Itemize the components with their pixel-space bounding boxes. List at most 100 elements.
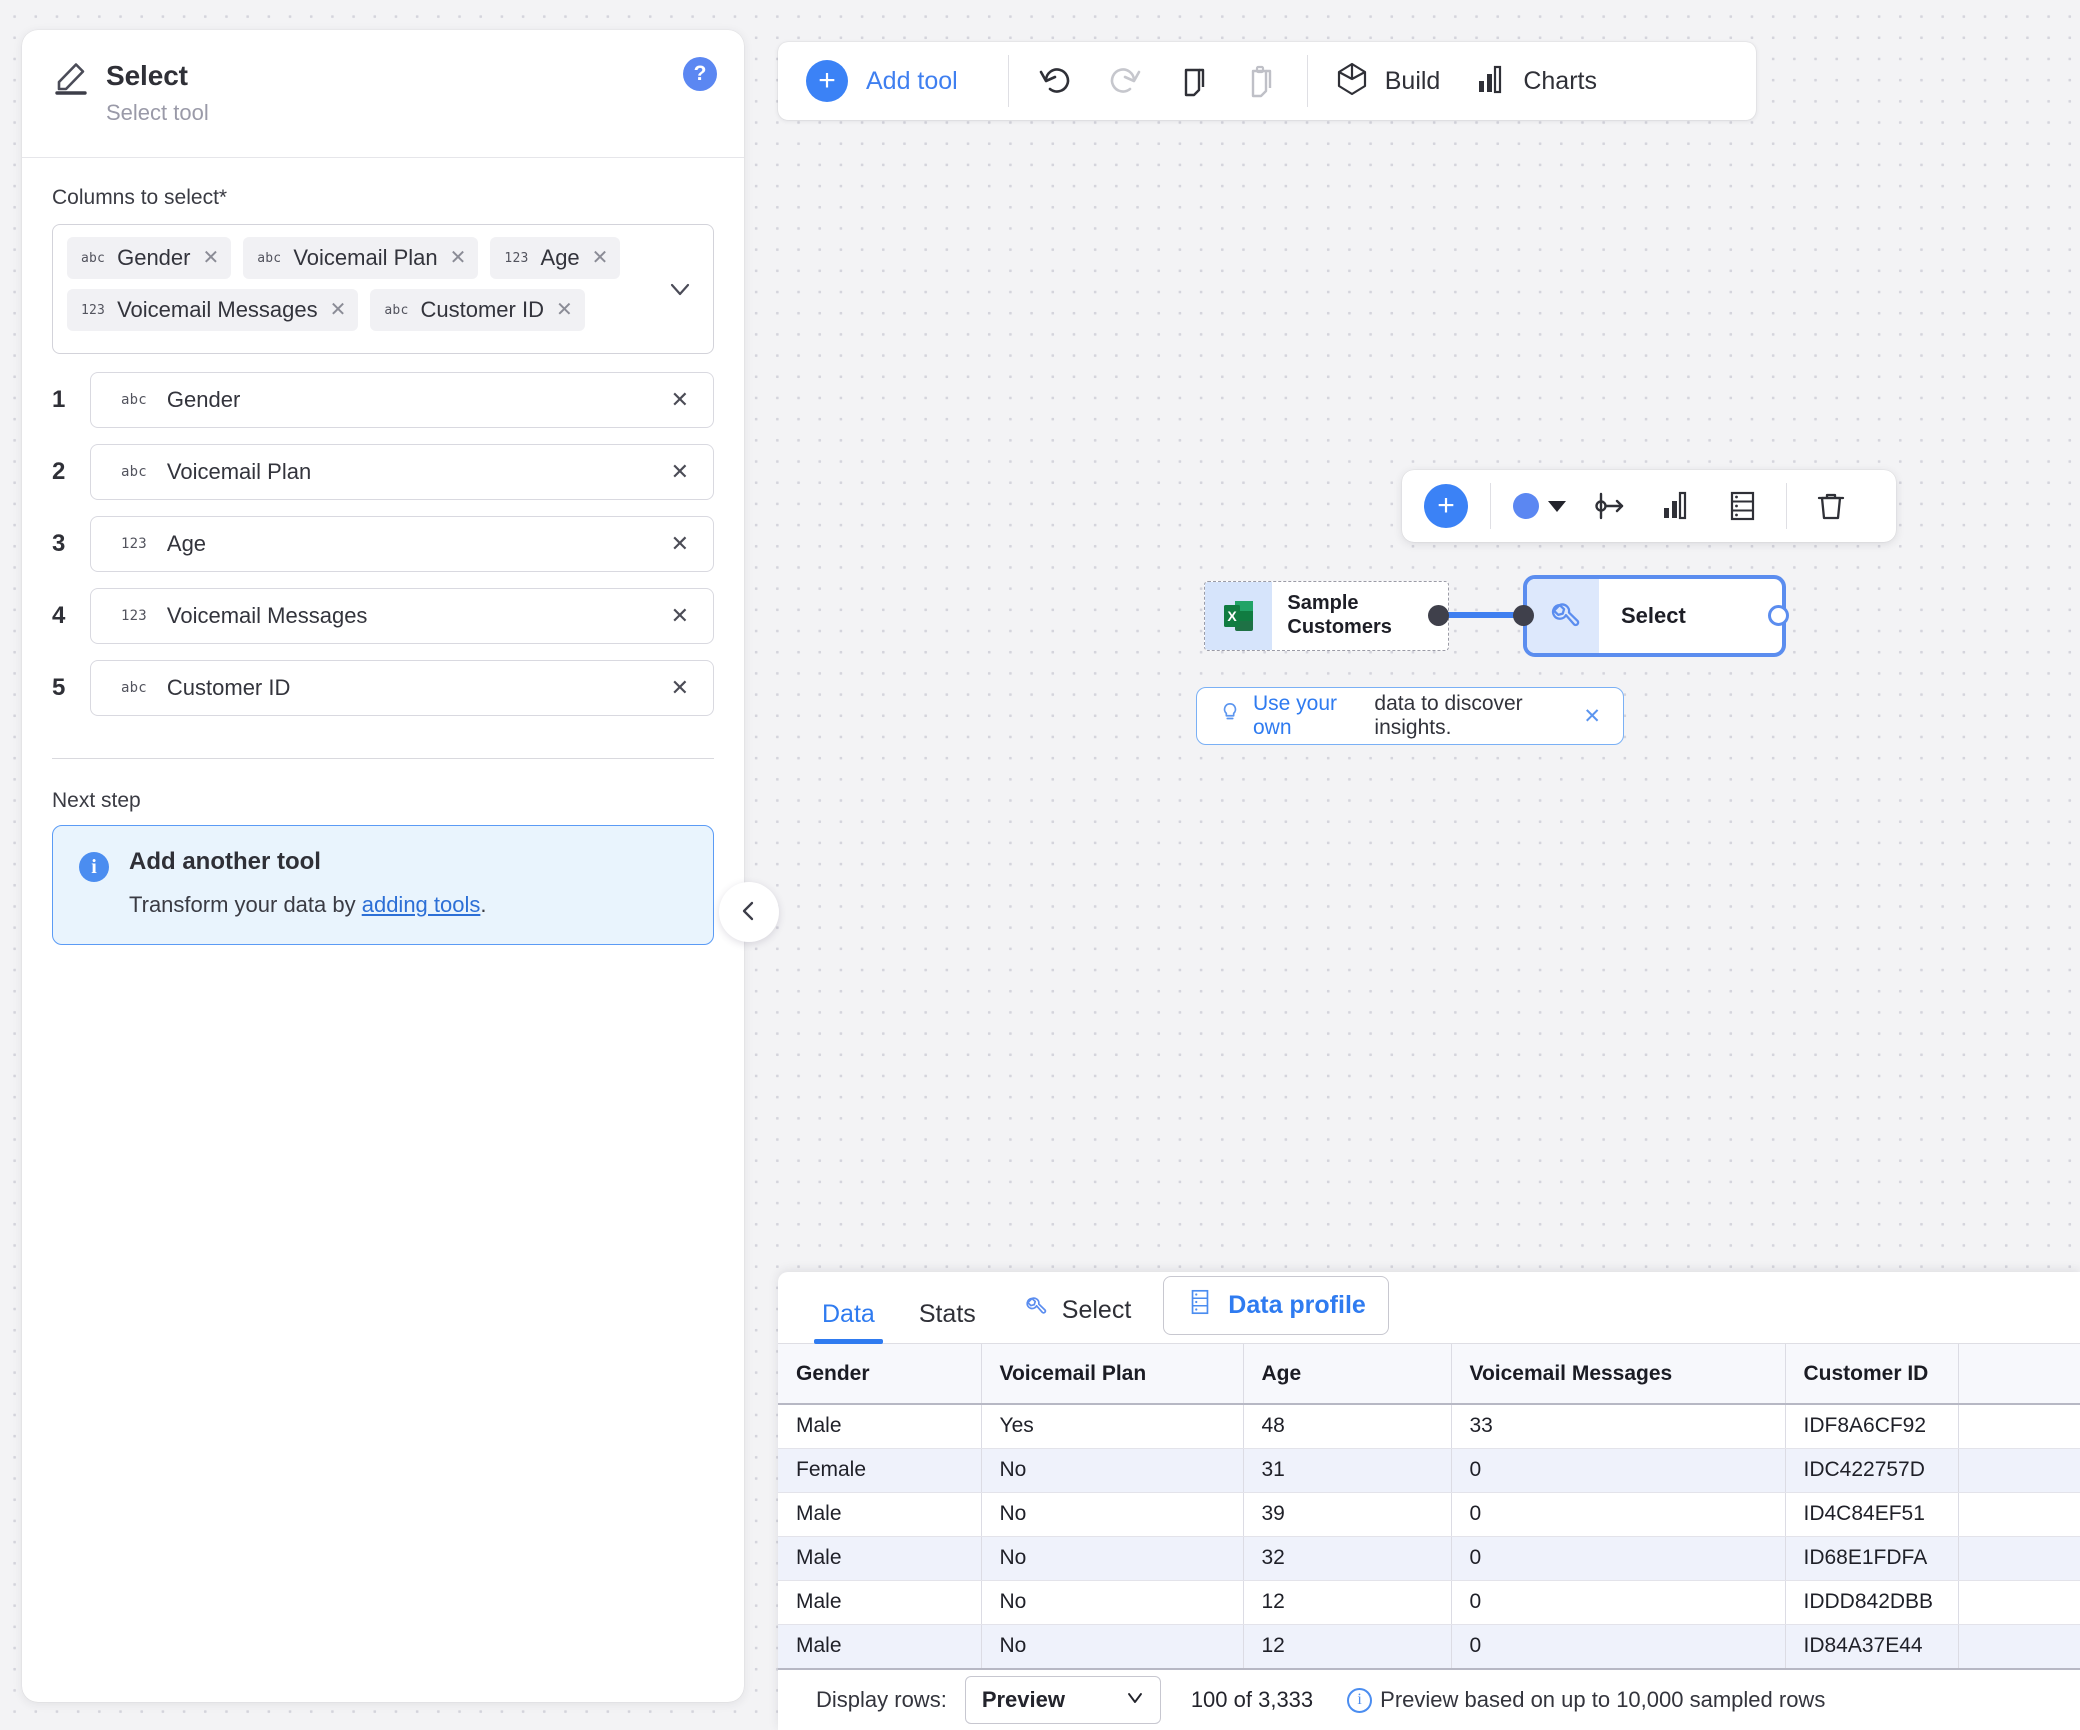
row-remove-icon[interactable]: ✕ <box>665 603 695 629</box>
column-header-voicemail-plan[interactable]: Voicemail Plan <box>981 1344 1244 1405</box>
bar-chart-icon[interactable] <box>1654 484 1698 528</box>
columns-multiselect[interactable]: abc Gender ✕ abc Voicemail Plan ✕ 123 Ag… <box>52 224 714 354</box>
collapse-panel-button[interactable] <box>719 882 779 942</box>
column-header-gender[interactable]: Gender <box>778 1344 982 1405</box>
wrench-icon <box>1527 579 1599 653</box>
data-profile-icon <box>1186 1287 1214 1324</box>
chip-label: Customer ID <box>420 297 544 322</box>
cell-gender: Male <box>778 1536 982 1581</box>
node-output-port[interactable] <box>1768 605 1789 626</box>
tab-data[interactable]: Data <box>800 1300 897 1344</box>
help-button[interactable]: ? <box>683 57 717 91</box>
tab-stats[interactable]: Stats <box>897 1300 998 1343</box>
column-select-input[interactable]: abc Customer ID ✕ <box>90 660 714 716</box>
redo-icon[interactable] <box>1101 58 1147 104</box>
node-connection-edge <box>1440 612 1522 618</box>
row-remove-icon[interactable]: ✕ <box>665 531 695 557</box>
cell-blank <box>1958 1404 2080 1449</box>
list-item[interactable]: 2 abc Voicemail Plan ✕ <box>52 444 714 500</box>
column-select-input[interactable]: 123 Voicemail Messages ✕ <box>90 588 714 644</box>
table-row[interactable]: Female No 31 0 IDC422757D <box>778 1448 2080 1493</box>
display-rows-value: Preview <box>981 1687 1065 1712</box>
undo-icon[interactable] <box>1033 58 1079 104</box>
list-item[interactable]: 3 123 Age ✕ <box>52 516 714 572</box>
column-header-voicemail-messages[interactable]: Voicemail Messages <box>1451 1344 1786 1405</box>
table-row[interactable]: Male No 12 0 IDDD842DBB <box>778 1580 2080 1625</box>
column-select-input[interactable]: 123 Age ✕ <box>90 516 714 572</box>
panel-body: Columns to select* abc Gender ✕ abc Voic… <box>22 158 744 945</box>
chevron-down-icon <box>1548 500 1566 512</box>
node-input-port[interactable] <box>1513 605 1534 626</box>
cell-voicemail-plan: No <box>981 1492 1244 1537</box>
table-row[interactable]: Male No 12 0 ID84A37E44 <box>778 1624 2080 1669</box>
list-item[interactable]: 4 123 Voicemail Messages ✕ <box>52 588 714 644</box>
column-header-age[interactable]: Age <box>1243 1344 1452 1405</box>
paste-icon[interactable] <box>1237 58 1283 104</box>
table-row[interactable]: Male No 39 0 ID4C84EF51 <box>778 1492 2080 1537</box>
columns-field-label: Columns to select* <box>52 186 228 209</box>
cell-voicemail-messages: 0 <box>1451 1448 1786 1493</box>
column-chip[interactable]: abc Customer ID ✕ <box>370 289 585 331</box>
type-badge-123-icon: 123 <box>81 302 106 318</box>
row-remove-icon[interactable]: ✕ <box>665 675 695 701</box>
tab-select-tool[interactable]: Select <box>998 1292 1145 1343</box>
next-step-text: Transform your data by adding tools. <box>129 892 487 918</box>
copy-icon[interactable] <box>1169 58 1215 104</box>
chip-remove-icon[interactable]: ✕ <box>450 248 467 268</box>
cell-gender: Male <box>778 1492 982 1537</box>
column-chip[interactable]: abc Gender ✕ <box>67 237 232 279</box>
row-remove-icon[interactable]: ✕ <box>665 387 695 413</box>
results-panel: Data Stats Select Data profile Gender Vo… <box>778 1272 2080 1730</box>
charts-button[interactable]: Charts <box>1470 59 1597 104</box>
plus-icon: + <box>806 60 848 102</box>
cell-gender: Male <box>778 1580 982 1625</box>
use-your-own-link[interactable]: Use your own <box>1253 692 1362 740</box>
list-item[interactable]: 1 abc Gender ✕ <box>52 372 714 428</box>
next-step-title: Add another tool <box>129 848 321 875</box>
node-color-picker[interactable] <box>1513 484 1566 528</box>
trash-icon[interactable] <box>1809 484 1853 528</box>
chip-remove-icon[interactable]: ✕ <box>202 248 219 268</box>
cell-blank <box>1958 1492 2080 1537</box>
data-profile-button[interactable]: Data profile <box>1163 1276 1389 1335</box>
data-profile-icon[interactable] <box>1720 484 1764 528</box>
close-icon[interactable]: ✕ <box>1583 704 1601 729</box>
type-badge-abc-icon: abc <box>121 464 147 480</box>
column-header-customer-id[interactable]: Customer ID <box>1785 1344 1959 1405</box>
chip-remove-icon[interactable]: ✕ <box>592 248 609 268</box>
column-name: Voicemail Plan <box>166 459 312 484</box>
column-chip[interactable]: 123 Voicemail Messages ✕ <box>67 289 359 331</box>
add-tool-button[interactable]: + Add tool <box>806 60 984 102</box>
column-select-input[interactable]: abc Gender ✕ <box>90 372 714 428</box>
row-count: 100 of 3,333 <box>1190 1687 1314 1712</box>
node-output-port[interactable] <box>1428 605 1449 626</box>
row-remove-icon[interactable]: ✕ <box>665 459 695 485</box>
table-row[interactable]: Male Yes 48 33 IDF8A6CF92 <box>778 1404 2080 1449</box>
node-select[interactable]: Select <box>1523 575 1786 657</box>
chip-remove-icon[interactable]: ✕ <box>330 300 347 320</box>
type-badge-123-icon: 123 <box>504 250 529 266</box>
cell-customer-id: ID68E1FDFA <box>1785 1536 1959 1581</box>
build-button[interactable]: Build <box>1332 59 1440 104</box>
cell-voicemail-plan: Yes <box>981 1404 1244 1449</box>
table-row[interactable]: Male No 32 0 ID68E1FDFA <box>778 1536 2080 1581</box>
next-step-content: Add another tool Transform your data by … <box>129 848 487 918</box>
display-rows-select[interactable]: Preview <box>964 1676 1161 1724</box>
add-node-button[interactable]: + <box>1424 484 1468 528</box>
column-chip[interactable]: abc Voicemail Plan ✕ <box>243 237 479 279</box>
column-chip[interactable]: 123 Age ✕ <box>490 237 621 279</box>
chip-remove-icon[interactable]: ✕ <box>556 300 573 320</box>
row-index: 4 <box>52 602 66 629</box>
data-profile-label: Data profile <box>1228 1291 1366 1319</box>
lightbulb-icon <box>1219 701 1241 731</box>
adding-tools-link[interactable]: adding tools <box>362 892 481 917</box>
chevron-down-icon[interactable] <box>667 276 693 302</box>
node-sample-customers[interactable]: X Sample Customers <box>1204 581 1449 651</box>
column-header-blank <box>1958 1344 2080 1405</box>
cell-voicemail-messages: 0 <box>1451 1536 1786 1581</box>
list-item[interactable]: 5 abc Customer ID ✕ <box>52 660 714 716</box>
column-select-input[interactable]: abc Voicemail Plan ✕ <box>90 444 714 500</box>
cell-blank <box>1958 1624 2080 1669</box>
branch-icon[interactable] <box>1588 484 1632 528</box>
cell-gender: Male <box>778 1404 982 1449</box>
